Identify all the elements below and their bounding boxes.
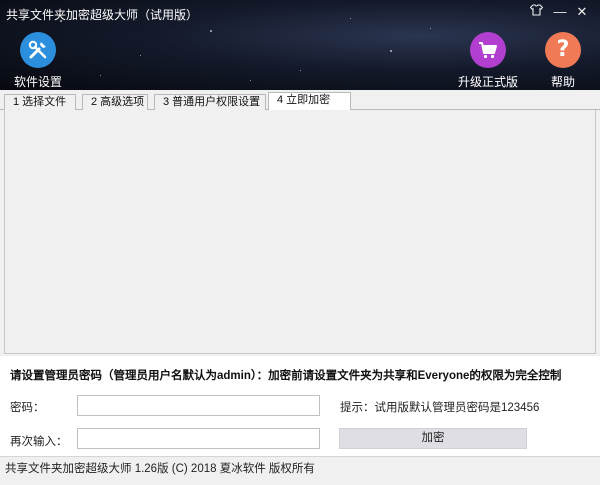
tab-select-folder[interactable]: 1 选择文件夹 (4, 94, 76, 122)
minimize-button[interactable]: — (552, 4, 568, 20)
main-panel (4, 110, 596, 354)
skin-button[interactable] (528, 4, 544, 20)
help-icon: ? (545, 32, 581, 68)
cart-icon (470, 32, 506, 68)
tab-user-permissions[interactable]: 3 普通用户权限设置 (154, 94, 266, 110)
app-header: 共享文件夹加密超级大师（试用版） — ✕ 软件设置 升级正式版 ? 帮助 (0, 0, 600, 90)
password-label: 密码： (10, 402, 45, 414)
default-password-hint: 提示：试用版默认管理员密码是123456 (340, 402, 540, 414)
settings-icon (20, 32, 56, 68)
confirm-password-input[interactable] (77, 428, 320, 449)
upgrade-label: 升级正式版 (458, 75, 519, 89)
password-input[interactable] (77, 395, 320, 416)
confirm-password-label: 再次输入： (10, 436, 68, 448)
form-instruction: 请设置管理员密码（管理员用户名默认为admin）：加密前请设置文件夹为共享和Ev… (10, 370, 562, 382)
help-button[interactable]: ? 帮助 (540, 32, 586, 90)
password-form: 请设置管理员密码（管理员用户名默认为admin）：加密前请设置文件夹为共享和Ev… (0, 356, 600, 456)
close-button[interactable]: ✕ (574, 4, 590, 20)
settings-label: 软件设置 (14, 75, 63, 89)
help-label: 帮助 (550, 75, 575, 89)
encrypt-button[interactable]: 加密 (339, 428, 527, 449)
tab-encrypt-now[interactable]: 4 立即加密 (268, 92, 351, 111)
shirt-icon (529, 4, 543, 16)
status-bar: 共享文件夹加密超级大师 1.26版 (C) 2018 夏冰软件 版权所有 (0, 456, 600, 485)
window-title: 共享文件夹加密超级大师（试用版） (6, 8, 199, 22)
settings-button[interactable]: 软件设置 (14, 32, 62, 90)
tab-bar: 1 选择文件夹 2 高级选项 3 普通用户权限设置 4 立即加密 (0, 90, 600, 122)
tab-advanced-options[interactable]: 2 高级选项 (82, 94, 148, 110)
upgrade-button[interactable]: 升级正式版 (458, 32, 518, 90)
